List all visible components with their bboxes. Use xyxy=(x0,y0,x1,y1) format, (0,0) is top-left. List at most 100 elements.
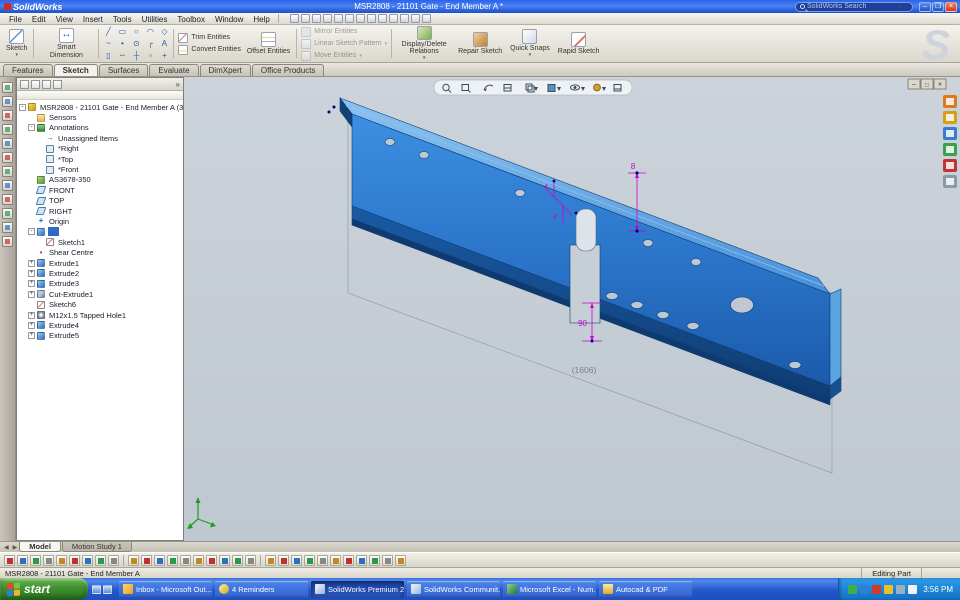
network-icon[interactable] xyxy=(860,584,870,594)
tree-pane-more-icon[interactable]: » xyxy=(176,80,180,89)
collinear-icon[interactable] xyxy=(291,554,302,566)
tree-item[interactable]: AS3678-350 xyxy=(17,175,183,185)
display-delete-relations-button[interactable]: Display/Delete Relations ▾ xyxy=(394,26,454,61)
circle-icon[interactable]: ○ xyxy=(129,26,143,38)
move-entities-dropdown-icon[interactable]: ▾ xyxy=(359,53,362,59)
tree-item[interactable]: + M12x1.5 Tapped Hole1 xyxy=(17,310,183,320)
polygon-icon[interactable]: ◇ xyxy=(157,26,171,38)
drawing-icon[interactable] xyxy=(2,236,13,247)
fillet-icon[interactable] xyxy=(2,152,13,163)
dimension-icon[interactable] xyxy=(232,554,243,566)
revolve-icon[interactable] xyxy=(2,138,13,149)
tab-evaluate[interactable]: Evaluate xyxy=(149,64,199,76)
circle-icon[interactable] xyxy=(56,554,67,566)
line-icon[interactable] xyxy=(30,554,41,566)
graphics-area[interactable]: 8 4 4 90 (1606) – □ × xyxy=(184,77,960,541)
grid-icon[interactable] xyxy=(17,554,28,566)
show-desktop-icon[interactable] xyxy=(92,584,101,594)
offset-entities-button[interactable]: Offset Entities xyxy=(243,26,294,61)
construction-icon[interactable]: ┼ xyxy=(129,50,143,62)
trim-entities-button[interactable]: Trim Entities xyxy=(176,32,242,43)
sketch-button[interactable]: Sketch ▾ xyxy=(2,26,31,61)
tree-item[interactable]: Sketch6 xyxy=(17,299,183,309)
centerline-icon[interactable]: ╌ xyxy=(115,50,129,62)
menu-window[interactable]: Window xyxy=(210,15,248,24)
parallel-icon[interactable] xyxy=(317,554,328,566)
reference-geometry-icon[interactable] xyxy=(2,180,13,191)
measure-icon[interactable] xyxy=(410,14,420,23)
section-view-icon[interactable] xyxy=(421,14,431,23)
tab-office-products[interactable]: Office Products xyxy=(251,64,325,76)
tree-item[interactable]: - xyxy=(17,227,183,237)
arc-icon[interactable]: ◠ xyxy=(143,26,157,38)
tree-item[interactable]: + Extrude1 xyxy=(17,258,183,268)
tree-filter[interactable] xyxy=(17,91,183,100)
tree-expander[interactable]: - xyxy=(19,103,26,111)
point-icon[interactable] xyxy=(95,554,106,566)
tree-expander[interactable]: + xyxy=(28,332,35,340)
arc-icon[interactable] xyxy=(69,554,80,566)
tree-expander[interactable]: - xyxy=(28,124,35,132)
snap-icon[interactable]: + xyxy=(157,50,171,62)
tree-expander[interactable]: + xyxy=(28,280,35,288)
internet-explorer-icon[interactable] xyxy=(103,584,112,594)
quick-snaps-dropdown-icon[interactable]: ▾ xyxy=(529,52,532,58)
propertymanager-icon[interactable] xyxy=(31,79,40,89)
taskbar-button-solidworks[interactable]: SolidWorks Premium 2... xyxy=(311,580,404,598)
trim-icon[interactable] xyxy=(128,554,139,566)
rotate-icon[interactable] xyxy=(206,554,217,566)
extend-icon[interactable] xyxy=(141,554,152,566)
smart-dimension-button[interactable]: ↔ Smart Dimension xyxy=(36,26,96,61)
tab-dimxpert[interactable]: DimXpert xyxy=(199,64,251,76)
scale-icon[interactable] xyxy=(219,554,230,566)
menu-insert[interactable]: Insert xyxy=(78,15,108,24)
tree-item[interactable]: • Shear Centre xyxy=(17,247,183,257)
search-box[interactable]: ▾ xyxy=(795,1,913,12)
appearance-icon[interactable] xyxy=(2,222,13,233)
point-icon[interactable]: • xyxy=(115,38,129,50)
tab-motion-study[interactable]: Motion Study 1 xyxy=(61,542,132,552)
tree-item[interactable]: *Right xyxy=(17,144,183,154)
search-dropdown-icon[interactable]: ▾ xyxy=(899,4,902,10)
offset-icon[interactable] xyxy=(154,554,165,566)
tree-item[interactable]: → Unassigned Items xyxy=(17,133,183,143)
volume-icon[interactable] xyxy=(848,584,858,594)
tree-item[interactable]: + Extrude3 xyxy=(17,279,183,289)
tab-scroll-left-icon[interactable]: ◀ xyxy=(2,544,11,551)
color-icon[interactable] xyxy=(399,14,409,23)
close-button[interactable]: × xyxy=(945,1,957,12)
concentric-icon[interactable] xyxy=(343,554,354,566)
reference-dimension-1606[interactable]: (1606) xyxy=(572,365,597,375)
ellipse-icon[interactable]: ⊙ xyxy=(129,38,143,50)
line-icon[interactable]: ╱ xyxy=(101,26,115,38)
sketch-dropdown-icon[interactable]: ▾ xyxy=(15,52,18,58)
mirror-entities-button[interactable]: Mirror Entities xyxy=(299,26,389,37)
centerline-icon[interactable] xyxy=(108,554,119,566)
add-relation-icon[interactable] xyxy=(245,554,256,566)
display-delete-dropdown-icon[interactable]: ▾ xyxy=(423,55,426,61)
spline-icon[interactable]: ~ xyxy=(101,38,115,50)
tree-expander[interactable]: + xyxy=(28,321,35,329)
vertical-icon[interactable] xyxy=(278,554,289,566)
sketch-icon[interactable] xyxy=(2,96,13,107)
open-icon[interactable] xyxy=(300,14,310,23)
rapid-sketch-button[interactable]: Rapid Sketch xyxy=(554,26,604,61)
tree-item[interactable]: *Top xyxy=(17,154,183,164)
redo-icon[interactable] xyxy=(355,14,365,23)
repair-sketch-button[interactable]: Repair Sketch xyxy=(454,26,506,61)
dimxpertmanager-icon[interactable] xyxy=(53,79,62,89)
display-relations-icon[interactable] xyxy=(395,554,406,566)
rectangle-icon[interactable] xyxy=(43,554,54,566)
featuremanager-icon[interactable] xyxy=(20,79,29,89)
rebuild-icon[interactable] xyxy=(377,14,387,23)
menu-file[interactable]: File xyxy=(4,15,27,24)
tree-expander[interactable]: + xyxy=(28,311,35,319)
tree-expander[interactable]: + xyxy=(28,259,35,267)
taskbar-button-reminder[interactable]: 4 Reminders xyxy=(215,580,308,598)
tree-item[interactable]: TOP xyxy=(17,196,183,206)
pattern-icon[interactable] xyxy=(180,554,191,566)
linear-sketch-pattern-button[interactable]: Linear Sketch Pattern ▾ xyxy=(299,38,389,49)
print-icon[interactable] xyxy=(322,14,332,23)
mirror-small-icon[interactable]: ▫ xyxy=(143,50,157,62)
perpendicular-icon[interactable] xyxy=(304,554,315,566)
